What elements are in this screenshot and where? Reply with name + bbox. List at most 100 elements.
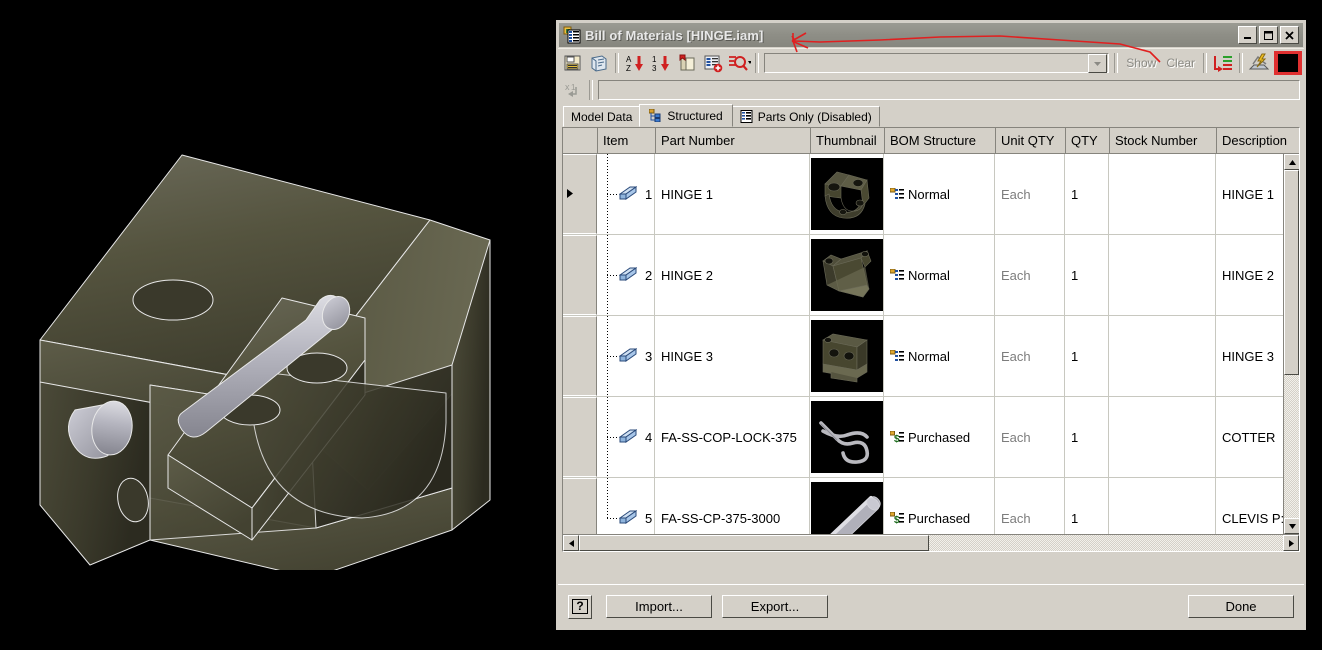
column-header-unit-qty[interactable]: Unit QTY <box>996 128 1066 153</box>
column-header-part-number[interactable]: Part Number <box>656 128 811 153</box>
scroll-right-button[interactable] <box>1283 535 1299 551</box>
window-title: Bill of Materials [HINGE.iam] <box>585 27 764 43</box>
bom-properties-icon[interactable] <box>586 51 612 75</box>
cell-part-number[interactable]: HINGE 1 <box>655 154 810 234</box>
cell-stock-number[interactable] <box>1109 316 1216 396</box>
column-header-item[interactable]: Item <box>598 128 656 153</box>
cell-part-number[interactable]: FA-SS-COP-LOCK-375 <box>655 397 810 477</box>
cell-description[interactable]: COTTER <box>1216 397 1283 477</box>
bom-filter-combo[interactable] <box>764 53 1110 73</box>
cell-stock-number[interactable] <box>1109 235 1216 315</box>
cell-qty[interactable]: 1 <box>1065 478 1109 534</box>
cell-item[interactable]: 4 <box>597 397 655 477</box>
bom-filter-input[interactable] <box>765 54 1087 72</box>
tree-stub <box>607 518 619 519</box>
scroll-up-button[interactable] <box>1284 154 1299 170</box>
column-header-description[interactable]: Description <box>1217 128 1299 153</box>
column-header-bom-structure[interactable]: BOM Structure <box>885 128 996 153</box>
bom-structure-label: Normal <box>908 348 950 364</box>
minimize-icon[interactable] <box>1238 26 1257 44</box>
vertical-scrollbar[interactable] <box>1283 154 1299 534</box>
tab-model-data[interactable]: Model Data <box>563 106 641 127</box>
cell-description[interactable]: HINGE 2 <box>1216 235 1283 315</box>
export-xls-icon[interactable]: x 1 <box>560 78 586 102</box>
table-row[interactable]: 2 HINGE 2 Normal Each 1 HINGE 2 <box>563 235 1283 316</box>
cell-qty[interactable]: 1 <box>1065 235 1109 315</box>
clear-button[interactable]: Clear <box>1161 52 1200 74</box>
cell-part-number[interactable]: HINGE 3 <box>655 316 810 396</box>
cell-description[interactable]: HINGE 1 <box>1216 154 1283 234</box>
cell-qty[interactable]: 1 <box>1065 316 1109 396</box>
cell-part-number[interactable]: HINGE 2 <box>655 235 810 315</box>
cell-thumbnail[interactable] <box>810 235 884 315</box>
cell-thumbnail[interactable] <box>810 397 884 477</box>
window-titlebar[interactable]: Bill of Materials [HINGE.iam] <box>559 23 1303 47</box>
help-button[interactable]: ? <box>568 594 592 619</box>
maximize-icon[interactable] <box>1259 26 1278 44</box>
tab-structured[interactable]: Structured <box>639 104 733 127</box>
find-icon[interactable] <box>726 51 752 75</box>
sort-numeric-icon[interactable]: 1 3 <box>648 51 674 75</box>
cell-stock-number[interactable] <box>1109 397 1216 477</box>
cell-item[interactable]: 2 <box>597 235 655 315</box>
export-button[interactable]: Export... <box>722 595 828 618</box>
vertical-scroll-thumb[interactable] <box>1284 170 1299 375</box>
table-row[interactable]: 3 HINGE 3 Normal Each 1 HINGE 3 <box>563 316 1283 397</box>
done-button[interactable]: Done <box>1188 595 1294 618</box>
row-header[interactable] <box>563 154 597 234</box>
column-chooser-icon[interactable] <box>674 51 700 75</box>
cell-bom-structure[interactable]: Normal <box>884 154 995 234</box>
cell-thumbnail[interactable] <box>810 154 884 234</box>
sort-az-icon[interactable]: A Z <box>622 51 648 75</box>
cell-stock-number[interactable] <box>1109 478 1216 534</box>
cell-unit-qty[interactable]: Each <box>995 154 1065 234</box>
vertical-scroll-track[interactable] <box>1284 170 1299 518</box>
add-custom-part-icon[interactable] <box>700 51 726 75</box>
cell-bom-structure[interactable]: Normal <box>884 316 995 396</box>
row-header[interactable] <box>563 478 597 534</box>
cell-thumbnail[interactable] <box>810 478 884 534</box>
column-header-stock-number[interactable]: Stock Number <box>1110 128 1217 153</box>
row-header[interactable] <box>563 235 597 315</box>
cell-bom-structure[interactable]: Normal <box>884 235 995 315</box>
bom-secondary-field[interactable] <box>598 80 1300 100</box>
cell-stock-number[interactable] <box>1109 154 1216 234</box>
cell-bom-structure[interactable]: $ Purchased <box>884 478 995 534</box>
cell-bom-structure[interactable]: $ Purchased <box>884 397 995 477</box>
scroll-down-button[interactable] <box>1284 518 1299 534</box>
save-bom-icon[interactable] <box>560 51 586 75</box>
cell-unit-qty[interactable]: Each <box>995 235 1065 315</box>
color-swatch-button[interactable] <box>1274 51 1302 75</box>
import-button[interactable]: Import... <box>606 595 712 618</box>
cell-part-number[interactable]: FA-SS-CP-375-3000 <box>655 478 810 534</box>
column-header-qty[interactable]: QTY <box>1066 128 1110 153</box>
column-header-thumbnail[interactable]: Thumbnail <box>811 128 885 153</box>
table-row[interactable]: 5 FA-SS-CP-375-3000 $ Purchased Each 1 C… <box>563 478 1283 534</box>
horizontal-scroll-track[interactable] <box>579 535 1283 551</box>
bom-table-icon <box>563 26 581 44</box>
cell-unit-qty[interactable]: Each <box>995 397 1065 477</box>
table-row[interactable]: 4 FA-SS-COP-LOCK-375 $ Purchased Each 1 … <box>563 397 1283 478</box>
cell-item[interactable]: 3 <box>597 316 655 396</box>
cell-unit-qty[interactable]: Each <box>995 316 1065 396</box>
horizontal-scrollbar[interactable] <box>563 534 1299 551</box>
table-row[interactable]: 1 HINGE 1 Normal Each 1 HINGE 1 <box>563 154 1283 235</box>
close-icon[interactable] <box>1280 26 1299 44</box>
show-button[interactable]: Show <box>1121 52 1161 74</box>
update-bom-icon[interactable] <box>1246 51 1272 75</box>
row-header[interactable] <box>563 397 597 477</box>
horizontal-scroll-thumb[interactable] <box>579 535 929 551</box>
tab-parts-only[interactable]: Parts Only (Disabled) <box>731 106 880 127</box>
chevron-down-icon[interactable] <box>1088 53 1108 73</box>
cell-description[interactable]: HINGE 3 <box>1216 316 1283 396</box>
cell-item[interactable]: 1 <box>597 154 655 234</box>
scroll-left-button[interactable] <box>563 535 579 551</box>
cell-thumbnail[interactable] <box>810 316 884 396</box>
cell-unit-qty[interactable]: Each <box>995 478 1065 534</box>
cell-description[interactable]: CLEVIS P: <box>1216 478 1283 534</box>
row-header[interactable] <box>563 316 597 396</box>
cell-qty[interactable]: 1 <box>1065 397 1109 477</box>
renumber-items-icon[interactable] <box>1210 51 1236 75</box>
cell-item[interactable]: 5 <box>597 478 655 534</box>
cell-qty[interactable]: 1 <box>1065 154 1109 234</box>
